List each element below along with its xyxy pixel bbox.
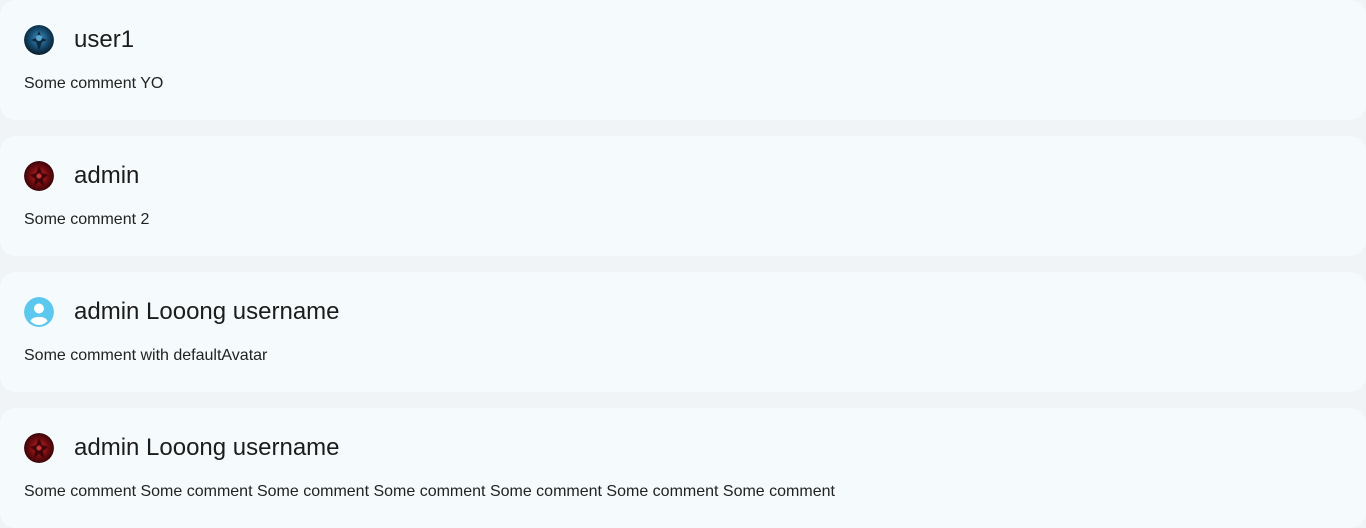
comment-header: admin Looong username [24, 297, 340, 327]
comment-username: user1 [74, 26, 135, 53]
comment-header: admin Looong username [24, 433, 340, 463]
default-avatar-icon[interactable] [24, 297, 54, 327]
comment-header: admin [24, 161, 139, 191]
avatar[interactable] [24, 25, 54, 55]
comment-header: user1 [24, 25, 134, 55]
comment-card: admin Some comment 2 [0, 136, 1366, 256]
comment-card: user1 Some comment YO [0, 0, 1366, 120]
comment-list: user1 Some comment YO admin Some comment… [0, 0, 1366, 528]
comment-card: admin Looong username Some comment with … [0, 272, 1366, 392]
comment-text: Some comment 2 [24, 211, 150, 228]
avatar[interactable] [24, 433, 54, 463]
comment-username: admin Looong username [74, 434, 340, 461]
comment-card: admin Looong username Some comment Some … [0, 408, 1366, 528]
comment-text: Some comment with defaultAvatar [24, 347, 268, 364]
comment-username: admin Looong username [74, 298, 340, 325]
comment-text: Some comment YO [24, 75, 164, 92]
avatar[interactable] [24, 161, 54, 191]
comment-text: Some comment Some comment Some comment S… [24, 483, 835, 500]
comment-username: admin [74, 162, 140, 189]
